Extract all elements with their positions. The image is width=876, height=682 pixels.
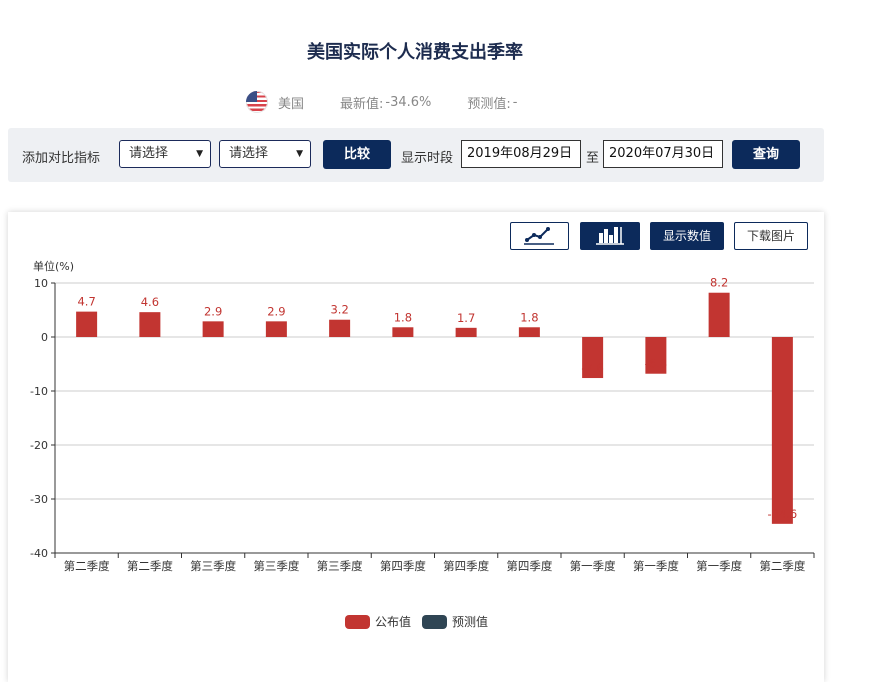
line-chart-icon <box>524 227 554 245</box>
x-tick-label: 第三季度 <box>317 559 363 573</box>
x-tick-label: 第三季度 <box>253 559 299 573</box>
chart-panel: 显示数值 下载图片 单位(%) 10 0 -10 -20 -30 -40 第二季度 第二季度 第三… <box>8 212 824 682</box>
data-label: 2.9 <box>267 304 285 318</box>
start-date-input[interactable]: 2019年08月29日 <box>461 140 581 168</box>
legend-swatch <box>422 615 447 629</box>
show-values-button[interactable]: 显示数值 <box>650 222 724 250</box>
data-label: 8.2 <box>710 276 728 290</box>
query-button[interactable]: 查询 <box>732 140 800 169</box>
compare-select-1[interactable]: 请选择 ▼ <box>119 140 211 168</box>
end-date-input[interactable]: 2020年07月30日 <box>603 140 723 168</box>
data-label: 1.7 <box>457 311 475 325</box>
line-chart-button[interactable] <box>510 222 569 250</box>
bar <box>202 321 224 337</box>
bar <box>139 312 161 337</box>
latest-label: 最新值: <box>340 96 384 112</box>
y-tick-label: -30 <box>30 493 48 506</box>
y-tick-label: 0 <box>41 331 48 344</box>
compare-button[interactable]: 比较 <box>323 140 391 169</box>
bar-chart-icon <box>596 227 624 245</box>
bar <box>76 311 98 337</box>
legend-swatch <box>345 615 370 629</box>
select-value: 请选择 <box>229 146 269 161</box>
x-tick-label: 第一季度 <box>696 559 742 573</box>
chevron-down-icon: ▼ <box>196 149 203 159</box>
x-tick-label: 第二季度 <box>127 559 173 573</box>
forecast-label: 预测值: <box>467 96 511 112</box>
y-axis-label: 单位(%) <box>33 259 74 273</box>
bar <box>392 327 414 337</box>
period-label: 显示时段 <box>401 151 454 166</box>
x-tick-label: 第一季度 <box>633 559 679 573</box>
y-tick-label: -40 <box>30 547 48 560</box>
data-label: 3.2 <box>330 303 348 317</box>
legend-label: 公布值 <box>375 614 411 629</box>
latest-value: -34.6% <box>385 94 432 110</box>
filter-toolbar: 添加对比指标 请选择 ▼ 请选择 ▼ 比较 显示时段 2019年08月29日 至… <box>8 128 824 182</box>
data-label: -34.6 <box>767 507 797 521</box>
page-title: 美国实际个人消费支出季率 <box>307 42 523 63</box>
x-tick-label: 第一季度 <box>570 559 616 573</box>
x-tick-label: 第二季度 <box>64 559 110 573</box>
flag-us-icon <box>246 91 268 113</box>
bar-chart: 单位(%) 10 0 -10 -20 -30 -40 第二季度 第二季度 第三季度 第三季度 第三季度… <box>30 259 815 629</box>
data-label: 1.8 <box>394 310 412 324</box>
x-tick-label: 第四季度 <box>380 559 426 573</box>
to-label: 至 <box>586 151 600 166</box>
chevron-down-icon: ▼ <box>296 149 303 159</box>
data-label: 4.6 <box>141 295 159 309</box>
data-label: -6.8 <box>645 357 667 371</box>
select-value: 请选择 <box>129 146 169 161</box>
data-label: 4.7 <box>77 295 95 309</box>
y-tick-label: -10 <box>30 385 48 398</box>
data-label: 2.9 <box>204 304 222 318</box>
compare-select-2[interactable]: 请选择 ▼ <box>219 140 311 168</box>
x-tick-label: 第二季度 <box>759 559 805 573</box>
bar <box>329 319 351 337</box>
bar-chart-button[interactable] <box>580 222 640 250</box>
data-label: 1.8 <box>520 310 538 324</box>
x-tick-label: 第四季度 <box>506 559 552 573</box>
y-tick-label: -20 <box>30 439 48 452</box>
x-tick-label: 第四季度 <box>443 559 489 573</box>
bar <box>455 327 477 337</box>
indicator-meta: 美国 最新值: -34.6% 预测值: - <box>246 90 518 114</box>
bar <box>771 337 793 524</box>
download-image-button[interactable]: 下载图片 <box>734 222 808 250</box>
forecast-value: - <box>512 94 518 110</box>
data-label: -7.6 <box>581 361 603 375</box>
bar <box>708 292 730 337</box>
bar <box>518 327 540 337</box>
country-label: 美国 <box>278 96 305 112</box>
bar <box>265 321 287 337</box>
x-tick-label: 第三季度 <box>190 559 236 573</box>
y-tick-label: 10 <box>34 277 48 290</box>
compare-label: 添加对比指标 <box>22 151 101 166</box>
legend-label: 预测值 <box>452 614 488 629</box>
